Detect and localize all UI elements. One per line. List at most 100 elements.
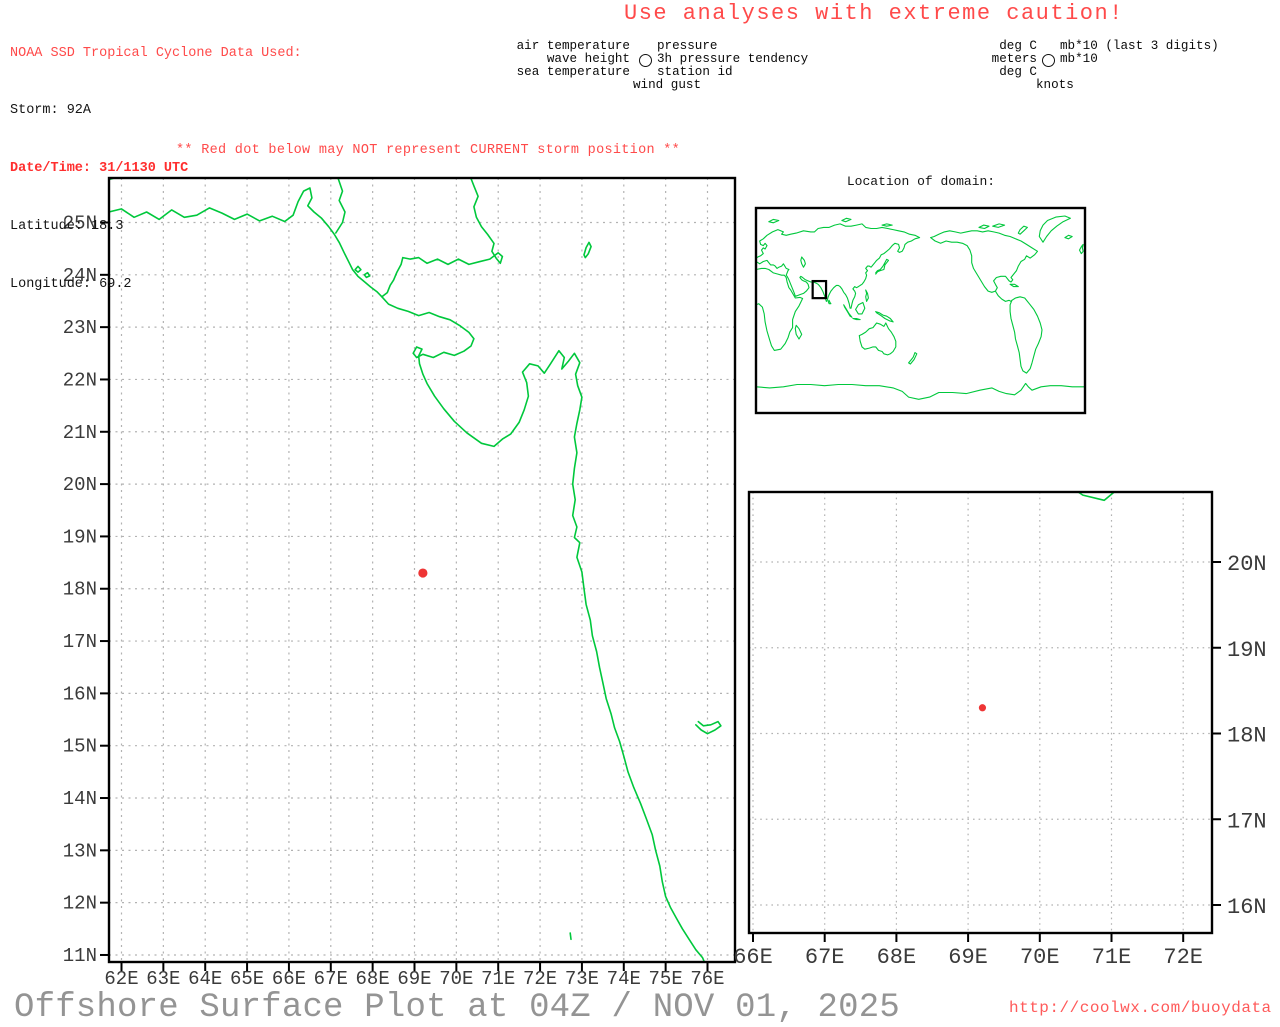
coastline-segment	[843, 304, 853, 318]
longitude-line: Longitude: 69.2	[10, 277, 132, 293]
coastline-segment	[583, 241, 592, 259]
latitude-line: Latitude: 18.3	[10, 219, 124, 235]
legend-air-temperature: air temperature	[516, 39, 630, 53]
source-url: http://coolwx.com/buoydata	[1009, 999, 1272, 1017]
coastline-segment	[381, 295, 706, 962]
storm-info-header: NOAA SSD Tropical Cyclone Data Used: Sto…	[10, 5, 302, 314]
coastline-segment	[1009, 283, 1019, 288]
lat-axis-label: 11N	[63, 945, 97, 967]
lon-axis-label: 65E	[230, 968, 264, 990]
coastline-segment	[875, 258, 890, 275]
legend-sea-temperature: sea temperature	[516, 65, 630, 79]
inset-lat-label: 19N	[1227, 638, 1267, 663]
lat-axis-label: 22N	[63, 369, 97, 391]
map-border	[754, 206, 1087, 415]
lat-axis-label: 19N	[63, 526, 97, 548]
plot-title: Offshore Surface Plot at 04Z / NOV 01, 2…	[14, 989, 900, 1027]
coastline-segment	[363, 271, 371, 279]
lon-axis-label: 64E	[188, 968, 222, 990]
lat-axis-label: 21N	[63, 422, 97, 444]
legend-unit-degc-air: deg C	[999, 39, 1037, 53]
inset-lat-label: 18N	[1227, 724, 1267, 749]
legend-wind-gust: wind gust	[633, 78, 702, 92]
legend-pressure-tendency: 3h pressure tendency	[657, 52, 809, 66]
buoy-plot-page: { "header": { "source_line": "NOAA SSD T…	[0, 0, 1280, 1027]
coastline-segment	[852, 317, 861, 321]
lat-axis-label: 16N	[63, 683, 97, 705]
coastline	[833, 56, 1116, 502]
inset-lat-label: 16N	[1227, 895, 1267, 920]
legend-pressure: pressure	[657, 39, 718, 53]
storm-id-line: Storm: 92A	[10, 103, 92, 119]
lon-axis-label: 72E	[523, 968, 557, 990]
coastline-segment	[800, 256, 806, 268]
lon-axis-label: 63E	[146, 968, 180, 990]
storm-position-dot-inset	[978, 704, 987, 712]
coastline-segment	[841, 217, 852, 223]
lon-axis-label: 74E	[607, 968, 641, 990]
coastline-segment	[908, 352, 918, 365]
storm-position-dot	[418, 568, 428, 578]
coastline-segment	[881, 223, 893, 227]
lon-axis-label: 67E	[314, 968, 348, 990]
coastline-segment	[1076, 492, 1116, 502]
lat-axis-label: 20N	[63, 474, 97, 496]
inset-lon-label: 69E	[948, 945, 988, 970]
coastline-segment	[756, 223, 921, 309]
coastline-segment	[827, 299, 832, 305]
legend-unit-meters: meters	[991, 52, 1037, 66]
coastline-segment	[1078, 243, 1084, 255]
datetime-line: Date/Time: 31/1130 UTC	[10, 161, 189, 177]
coastline-segment	[354, 265, 362, 274]
inset-lon-label: 72E	[1163, 945, 1203, 970]
legend-station-id: station id	[657, 65, 733, 79]
coastline-segment	[756, 267, 804, 351]
units-circle-icon	[1042, 54, 1055, 67]
lat-axis-label: 17N	[63, 631, 97, 653]
legend-unit-degc-sea: deg C	[999, 65, 1037, 79]
coastline-segment	[858, 322, 897, 356]
domain-inset-title: Location of domain:	[846, 174, 996, 189]
coastline-segment	[1009, 296, 1043, 374]
coastline-segment	[992, 223, 1006, 228]
coastline-segment	[1017, 225, 1028, 235]
coastline-segment	[882, 216, 891, 224]
coastline-segment	[694, 720, 722, 735]
legend-unit-mb10-last3: mb*10 (last 3 digits)	[1060, 39, 1219, 53]
lon-axis-label: 73E	[565, 968, 599, 990]
lon-axis-label: 70E	[439, 968, 473, 990]
lon-axis-label: 68E	[356, 968, 390, 990]
lon-axis-label: 71E	[481, 968, 515, 990]
coastline-segment	[994, 290, 1013, 302]
coastline-segment	[866, 205, 876, 214]
lat-axis-label: 15N	[63, 736, 97, 758]
coastline-segment	[978, 224, 990, 230]
coastline-segment	[794, 324, 803, 340]
storm-position-warning: ** Red dot below may NOT represent CURRE…	[176, 143, 681, 158]
lon-axis-label: 69E	[397, 968, 431, 990]
coastline-segment	[855, 301, 866, 315]
station-circle-icon	[639, 54, 652, 67]
coastline-segment	[833, 56, 849, 150]
inset-lat-label: 20N	[1227, 552, 1267, 577]
lat-axis-label: 13N	[63, 840, 97, 862]
coastline-segment	[875, 311, 894, 323]
inset-lon-label: 70E	[1020, 945, 1060, 970]
lon-axis-label: 66E	[272, 968, 306, 990]
lat-axis-label: 18N	[63, 579, 97, 601]
lat-axis-label: 23N	[63, 317, 97, 339]
legend-unit-knots: knots	[1036, 78, 1074, 92]
data-source-line: NOAA SSD Tropical Cyclone Data Used:	[10, 45, 302, 61]
inset-lon-label: 68E	[877, 945, 917, 970]
map-border	[747, 490, 1214, 935]
inset-lon-label: 71E	[1092, 945, 1132, 970]
lon-axis-label: 76E	[690, 968, 724, 990]
inset-lon-label: 67E	[805, 945, 845, 970]
coastline-segment	[1064, 234, 1073, 240]
inset-lat-label: 17N	[1227, 809, 1267, 834]
coastline-segment	[768, 218, 780, 224]
lat-axis-label: 14N	[63, 788, 97, 810]
inset-lon-label: 66E	[733, 945, 773, 970]
coastline-segment	[756, 382, 1085, 400]
legend-wave-height: wave height	[546, 52, 630, 66]
